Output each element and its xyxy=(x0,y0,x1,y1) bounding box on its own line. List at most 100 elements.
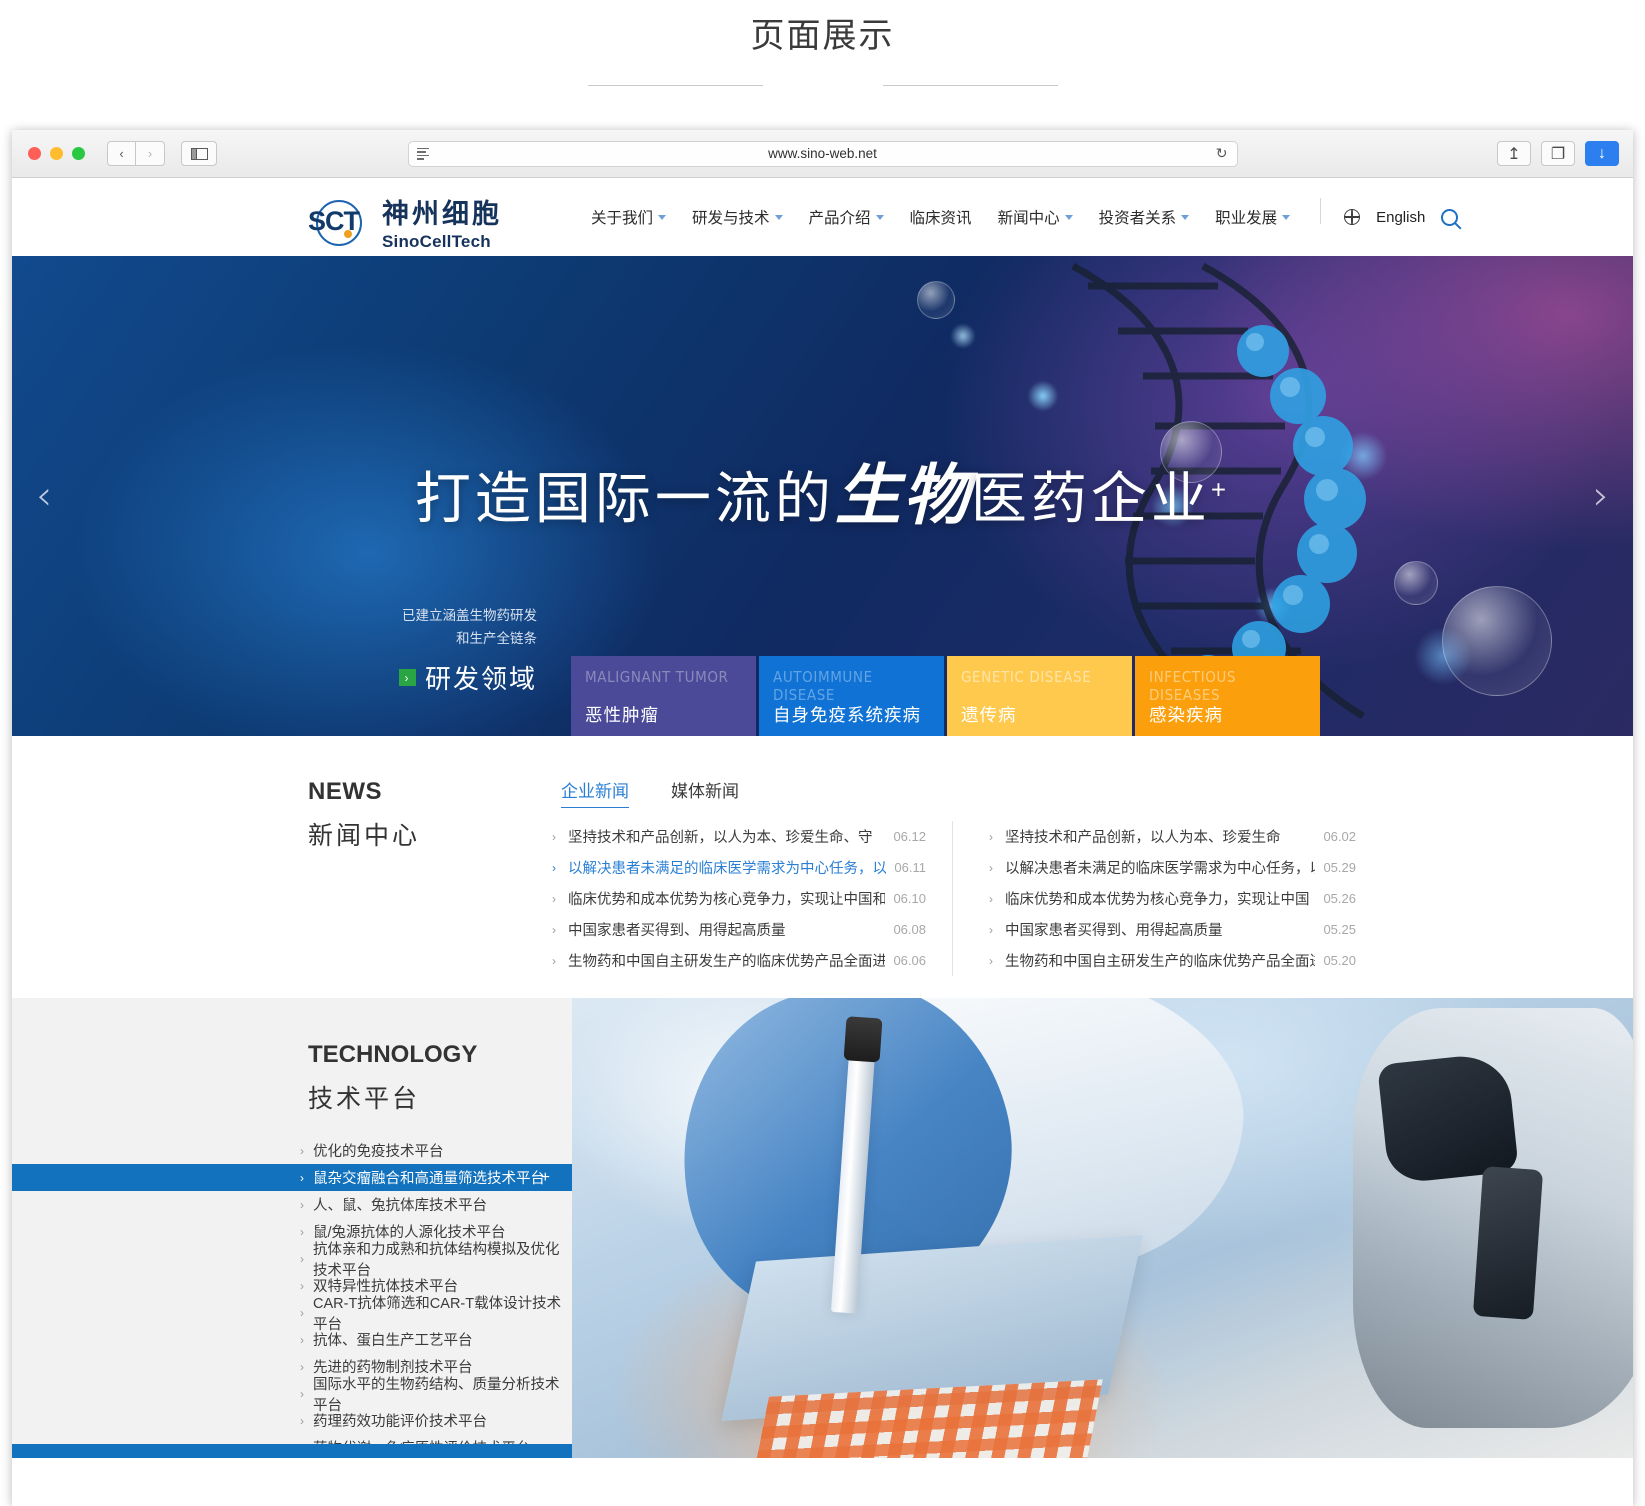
technology-item[interactable]: › 药理药效功能评价技术平台 xyxy=(12,1407,572,1434)
technology-item[interactable]: › 优化的免疫技术平台 xyxy=(12,1137,572,1164)
reload-icon[interactable]: ↻ xyxy=(1216,145,1228,162)
news-item-date: 05.25 xyxy=(1323,922,1356,937)
disease-card-malignant-tumor[interactable]: MALIGNANT TUMOR 恶性肿瘤 xyxy=(571,656,756,736)
news-column-left: › 坚持技术和产品创新，以人为本、珍爱生命、守 06.12 › 以解决患者未满足… xyxy=(552,821,952,976)
news-item-title: 生物药和中国自主研发生产的临床优势产品全面进入发 xyxy=(1005,954,1315,970)
chevron-right-icon: › xyxy=(300,1413,304,1428)
chevron-right-icon: › xyxy=(300,1143,304,1158)
news-item[interactable]: › 临床优势和成本优势为核心竞争力，实现让中国和 06.10 xyxy=(552,883,926,914)
page-title: 页面展示 xyxy=(750,17,895,55)
globe-icon xyxy=(1344,209,1361,225)
news-item-date: 06.06 xyxy=(893,953,926,968)
maximize-window-button[interactable] xyxy=(72,147,85,160)
site-logo[interactable]: SCT 神州细胞 SinoCellTech xyxy=(308,192,502,253)
sidebar-icon xyxy=(190,147,208,160)
chevron-down-icon xyxy=(875,214,884,220)
sidebar-toggle-button[interactable] xyxy=(181,141,217,166)
news-item-title: 以解决患者未满足的临床医学需求为中心任务，以产 xyxy=(1005,861,1316,877)
nav-item-investors[interactable]: 投资者关系 xyxy=(1099,206,1190,228)
news-item[interactable]: › 生物药和中国自主研发生产的临床优势产品全面进入发达国 06.06 xyxy=(552,945,926,976)
sct-logo-icon: SCT xyxy=(308,197,372,249)
chevron-right-icon: › xyxy=(552,829,556,844)
disease-card-en: AUTOIMMUNE DISEASE xyxy=(773,668,873,705)
toolbar-right: ↥ ❐ ↓ xyxy=(1497,141,1619,166)
chevron-right-icon: › xyxy=(989,953,993,968)
chevron-down-icon xyxy=(774,214,783,220)
caption-divider xyxy=(587,85,1058,86)
nav-item-rnd[interactable]: 研发与技术 xyxy=(692,206,783,228)
forward-button[interactable]: › xyxy=(136,141,165,166)
nav-label: 产品介绍 xyxy=(808,210,871,227)
technology-item-label: 鼠杂交瘤融合和高通量筛选技术平台 xyxy=(313,1171,545,1187)
downloads-button[interactable]: ↓ xyxy=(1585,141,1619,166)
nav-item-careers[interactable]: 职业发展 xyxy=(1215,206,1291,228)
tab-media-news[interactable]: 媒体新闻 xyxy=(671,777,739,808)
hero-side-caption: 已建立涵盖生物药研发 和生产全链条 › 研发领域 xyxy=(312,605,537,696)
nav-item-clinical[interactable]: 临床资讯 xyxy=(910,206,972,228)
technology-item-label: 优化的免疫技术平台 xyxy=(313,1144,444,1160)
news-item[interactable]: › 中国家患者买得到、用得起高质量 06.08 xyxy=(552,914,926,945)
chevron-right-icon: › xyxy=(989,829,993,844)
news-item[interactable]: › 以解决患者未满足的临床医学需求为中心任务，以产 05.29 xyxy=(989,852,1356,883)
news-item-title: 生物药和中国自主研发生产的临床优势产品全面进入发达国 xyxy=(568,954,886,970)
news-item[interactable]: › 坚持技术和产品创新，以人为本、珍爱生命、守 06.12 xyxy=(552,821,926,852)
news-item-date: 05.29 xyxy=(1323,860,1356,875)
disease-card-en: GENETIC DISEASE xyxy=(961,668,1092,686)
news-item-title: 中国家患者买得到、用得起高质量 xyxy=(568,923,786,939)
hero-headline-sup: + xyxy=(1210,474,1231,505)
chevron-right-icon: › xyxy=(300,1251,304,1266)
technology-item[interactable]: › 抗体、蛋白生产工艺平台 xyxy=(12,1326,572,1353)
news-item[interactable]: › 坚持技术和产品创新，以人为本、珍爱生命 06.02 xyxy=(989,821,1356,852)
tab-corporate-news[interactable]: 企业新闻 xyxy=(561,777,629,808)
news-item-title: 临床优势和成本优势为核心竞争力，实现让中国和 xyxy=(568,892,886,908)
hero-caption-cta-label: 研发领域 xyxy=(424,664,537,694)
news-item[interactable]: › 中国家患者买得到、用得起高质量 05.25 xyxy=(989,914,1356,945)
chevron-right-icon: › xyxy=(552,860,556,875)
technology-item[interactable]: › CAR-T抗体筛选和CAR-T载体设计技术平台 xyxy=(12,1296,572,1333)
hero-headline-post: 医药企业 xyxy=(970,467,1211,530)
nav-item-products[interactable]: 产品介绍 xyxy=(809,206,884,228)
tab-overview-button[interactable]: ❐ xyxy=(1541,141,1575,166)
chevron-right-icon: › xyxy=(300,1197,304,1212)
share-button[interactable]: ↥ xyxy=(1497,141,1531,166)
language-switch[interactable]: English xyxy=(1376,209,1425,226)
technology-item[interactable]: › 国际水平的生物药结构、质量分析技术平台 xyxy=(12,1377,572,1414)
hero-caption-cta[interactable]: › 研发领域 xyxy=(312,659,537,696)
news-item[interactable]: › 以解决患者未满足的临床医学需求为中心任务，以产品 06.11 xyxy=(552,852,926,883)
technology-heading-cn: 技术平台 xyxy=(308,1085,421,1113)
disease-card-genetic-disease[interactable]: GENETIC DISEASE 遗传病 xyxy=(947,656,1132,736)
close-window-button[interactable] xyxy=(28,147,41,160)
disease-card-autoimmune-disease[interactable]: AUTOIMMUNE DISEASE 自身免疫系统疾病 xyxy=(759,656,944,736)
logo-abbr: SCT xyxy=(308,205,360,236)
technology-section: TECHNOLOGY 技术平台 › 优化的免疫技术平台 › 鼠杂交瘤融合和高通量… xyxy=(12,998,1633,1458)
technology-item-active[interactable]: › 鼠杂交瘤融合和高通量筛选技术平台 + xyxy=(12,1164,572,1191)
news-item[interactable]: › 临床优势和成本优势为核心竞争力，实现让中国 05.26 xyxy=(989,883,1356,914)
minimize-window-button[interactable] xyxy=(50,147,63,160)
news-columns: › 坚持技术和产品创新，以人为本、珍爱生命、守 06.12 › 以解决患者未满足… xyxy=(552,821,1382,976)
technology-item[interactable]: › 抗体亲和力成熟和抗体结构模拟及优化技术平台 xyxy=(12,1242,572,1279)
address-bar[interactable]: www.sino-web.net ↻ xyxy=(407,140,1238,167)
chevron-right-icon: › xyxy=(989,891,993,906)
laboratory-photo xyxy=(572,998,1633,1458)
chevron-down-icon xyxy=(658,214,667,220)
news-item-title: 中国家患者买得到、用得起高质量 xyxy=(1005,923,1223,939)
reader-view-icon[interactable] xyxy=(416,147,429,160)
news-section: NEWS 新闻中心 企业新闻 媒体新闻 › 坚持技术和产品创新，以人为本、珍爱生… xyxy=(12,736,1633,998)
chevron-right-icon: › xyxy=(552,953,556,968)
news-item-date: 06.02 xyxy=(1323,829,1356,844)
search-icon[interactable] xyxy=(1441,208,1459,226)
plus-icon[interactable]: + xyxy=(541,1169,550,1187)
hero-banner: ‹ › 打造国际一流的生物医药企业+ 已建立涵盖生物药研发 和生产全链条 › 研… xyxy=(12,256,1633,736)
nav-item-about[interactable]: 关于我们 xyxy=(591,206,667,228)
news-heading: NEWS 新闻中心 xyxy=(308,780,420,852)
hero-caption-line1: 已建立涵盖生物药研发 xyxy=(402,608,537,624)
technology-item-label: 抗体、蛋白生产工艺平台 xyxy=(313,1333,473,1349)
technology-item[interactable]: › 人、鼠、兔抗体库技术平台 xyxy=(12,1191,572,1218)
news-item-title: 坚持技术和产品创新，以人为本、珍爱生命、守 xyxy=(568,830,873,846)
news-item[interactable]: › 生物药和中国自主研发生产的临床优势产品全面进入发 05.20 xyxy=(989,945,1356,976)
nav-label: 投资者关系 xyxy=(1098,210,1177,227)
main-navigation: 关于我们 研发与技术 产品介绍 临床资讯 新闻中心 投资者关系 职业发展 Eng… xyxy=(591,197,1459,228)
disease-card-infectious-diseases[interactable]: INFECTIOUS DISEASES 感染疾病 xyxy=(1135,656,1320,736)
back-button[interactable]: ‹ xyxy=(107,141,136,166)
nav-item-news[interactable]: 新闻中心 xyxy=(998,206,1073,228)
